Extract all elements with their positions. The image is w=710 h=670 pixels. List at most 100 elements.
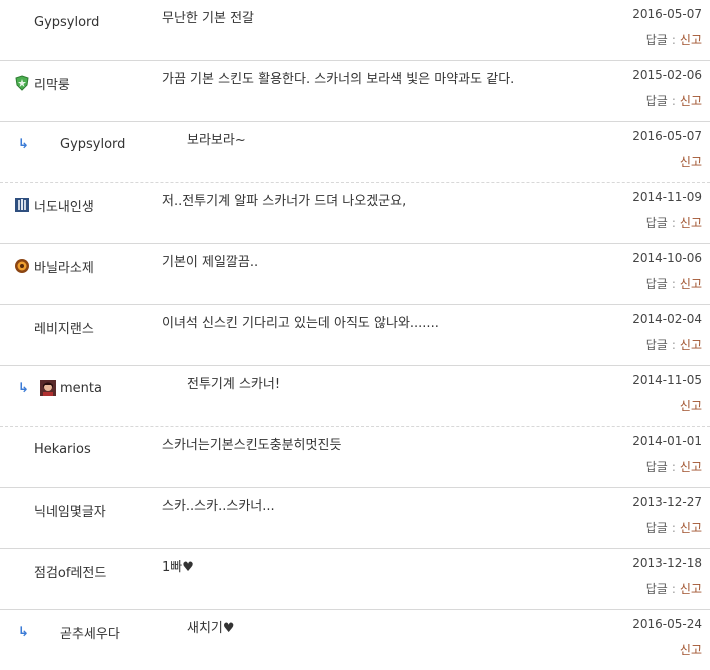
comment-row: 바닐라소제 기본이 제일깔끔.. 2014-10-06 답글: 신고 [0, 244, 710, 305]
comment-body: 이녀석 신스킨 기다리고 있는데 아직도 않나와....... [162, 316, 439, 331]
reply-comment-row: ↳ menta 전투기계 스카너! 2014-11-05 신고 [0, 366, 710, 427]
reply-button[interactable]: 답글 [646, 460, 668, 474]
comment-row: 점검of레전드 1빠♥ 2013-12-18 답글: 신고 [0, 549, 710, 610]
comment-date: 2013-12-27 [632, 495, 702, 509]
comment-date: 2014-01-01 [632, 434, 702, 448]
avatar-badge-icon [40, 380, 56, 396]
reply-arrow-icon: ↳ [18, 380, 29, 396]
comment-row: 닉네임몇글자 스카..스카..스카너... 2013-12-27 답글: 신고 [0, 488, 710, 549]
reply-button[interactable]: 답글 [646, 338, 668, 352]
comment-body: 스카..스카..스카너... [162, 499, 275, 514]
comment-actions: 답글: 신고 [646, 580, 702, 597]
comment-date: 2014-11-05 [632, 373, 702, 387]
author-name[interactable]: 바닐라소제 [34, 257, 94, 276]
comment-author: ↳ menta [18, 378, 102, 398]
author-name[interactable]: 리막룽 [34, 74, 70, 93]
comment-actions: 답글: 신고 [646, 519, 702, 536]
comment-actions: 신고 [680, 641, 702, 658]
report-button[interactable]: 신고 [680, 338, 702, 352]
reply-button[interactable]: 답글 [646, 582, 668, 596]
comment-date: 2013-12-18 [632, 556, 702, 570]
report-button[interactable]: 신고 [680, 460, 702, 474]
comment-actions: 신고 [680, 153, 702, 170]
comment-actions: 답글: 신고 [646, 92, 702, 109]
tower-badge-icon [14, 197, 30, 213]
comment-body: 1빠♥ [162, 560, 194, 575]
action-separator: : [671, 460, 676, 474]
comment-actions: 답글: 신고 [646, 214, 702, 231]
author-name[interactable]: menta [60, 381, 102, 396]
author-name[interactable]: 너도내인생 [34, 196, 94, 215]
reply-comment-row: ↳ Gypsylord 보라보라~ 2016-05-07 신고 [0, 122, 710, 183]
action-separator: : [671, 582, 676, 596]
reply-arrow-icon: ↳ [18, 136, 29, 152]
report-button[interactable]: 신고 [680, 94, 702, 108]
comment-row: Hekarios 스카너는기본스킨도충분히멋진듯 2014-01-01 답글: 신고 [0, 427, 710, 488]
reply-button[interactable]: 답글 [646, 33, 668, 47]
comment-author: ↳ Gypsylord [18, 134, 125, 154]
author-name[interactable]: 닉네임몇글자 [14, 501, 106, 520]
comment-author: 바닐라소제 [14, 256, 94, 276]
comment-actions: 답글: 신고 [646, 458, 702, 475]
comment-author: ↳ 곧추세우다 [18, 622, 120, 642]
action-separator: : [671, 216, 676, 230]
action-separator: : [671, 277, 676, 291]
author-name[interactable]: 곧추세우다 [40, 623, 120, 642]
comment-body: 보라보라~ [187, 133, 246, 148]
reply-button[interactable]: 답글 [646, 94, 668, 108]
author-name[interactable]: 점검of레전드 [14, 562, 106, 581]
comment-actions: 신고 [680, 397, 702, 414]
comment-author: 너도내인생 [14, 195, 94, 215]
author-name[interactable]: Hekarios [14, 442, 91, 457]
comment-author: 레비지랜스 [14, 317, 94, 337]
comment-date: 2015-02-06 [632, 68, 702, 82]
report-button[interactable]: 신고 [680, 521, 702, 535]
author-name[interactable]: Gypsylord [40, 137, 125, 152]
report-button[interactable]: 신고 [680, 277, 702, 291]
action-separator: : [671, 33, 676, 47]
comment-date: 2016-05-07 [632, 7, 702, 21]
comment-author: Gypsylord [14, 12, 99, 32]
report-button[interactable]: 신고 [680, 33, 702, 47]
comment-body: 무난한 기본 전갈 [162, 11, 254, 26]
comment-author: 닉네임몇글자 [14, 500, 106, 520]
comment-author: 리막룽 [14, 73, 70, 93]
comment-row: 레비지랜스 이녀석 신스킨 기다리고 있는데 아직도 않나와....... 2014… [0, 305, 710, 366]
action-separator: : [671, 521, 676, 535]
comment-body: 전투기계 스카너! [187, 377, 281, 392]
comment-actions: 답글: 신고 [646, 336, 702, 353]
report-button[interactable]: 신고 [680, 399, 702, 413]
comment-date: 2016-05-24 [632, 617, 702, 631]
comment-row: 리막룽 가끔 기본 스킨도 활용한다. 스카너의 보라색 빛은 마약과도 같다. 2… [0, 61, 710, 122]
comment-date: 2014-11-09 [632, 190, 702, 204]
comment-date: 2016-05-07 [632, 129, 702, 143]
comment-list: Gypsylord 무난한 기본 전갈 2016-05-07 답글: 신고 리막룽 가끔 기… [0, 0, 710, 670]
comment-actions: 답글: 신고 [646, 275, 702, 292]
report-button[interactable]: 신고 [680, 216, 702, 230]
comment-body: 스카너는기본스킨도충분히멋진듯 [162, 438, 342, 453]
orb-badge-icon [14, 258, 30, 274]
reply-comment-row: ↳ 곧추세우다 새치기♥ 2016-05-24 신고 [0, 610, 710, 670]
comment-actions: 답글: 신고 [646, 31, 702, 48]
comment-author: 점검of레전드 [14, 561, 106, 581]
comment-body: 가끔 기본 스킨도 활용한다. 스카너의 보라색 빛은 마약과도 같다. [162, 72, 515, 87]
author-name[interactable]: 레비지랜스 [14, 318, 94, 337]
shield-badge-icon [14, 75, 30, 91]
comment-row: 너도내인생 저..전투기계 알파 스카너가 드뎌 나오겠군요, 2014-11-09… [0, 183, 710, 244]
reply-arrow-icon: ↳ [18, 624, 29, 640]
comment-date: 2014-10-06 [632, 251, 702, 265]
report-button[interactable]: 신고 [680, 582, 702, 596]
reply-button[interactable]: 답글 [646, 216, 668, 230]
comment-row: Gypsylord 무난한 기본 전갈 2016-05-07 답글: 신고 [0, 0, 710, 61]
report-button[interactable]: 신고 [680, 643, 702, 657]
comment-author: Hekarios [14, 439, 91, 459]
report-button[interactable]: 신고 [680, 155, 702, 169]
action-separator: : [671, 338, 676, 352]
author-name[interactable]: Gypsylord [14, 15, 99, 30]
reply-button[interactable]: 답글 [646, 521, 668, 535]
action-separator: : [671, 94, 676, 108]
reply-button[interactable]: 답글 [646, 277, 668, 291]
comment-body: 기본이 제일깔끔.. [162, 255, 259, 270]
comment-body: 저..전투기계 알파 스카너가 드뎌 나오겠군요, [162, 194, 407, 209]
comment-date: 2014-02-04 [632, 312, 702, 326]
